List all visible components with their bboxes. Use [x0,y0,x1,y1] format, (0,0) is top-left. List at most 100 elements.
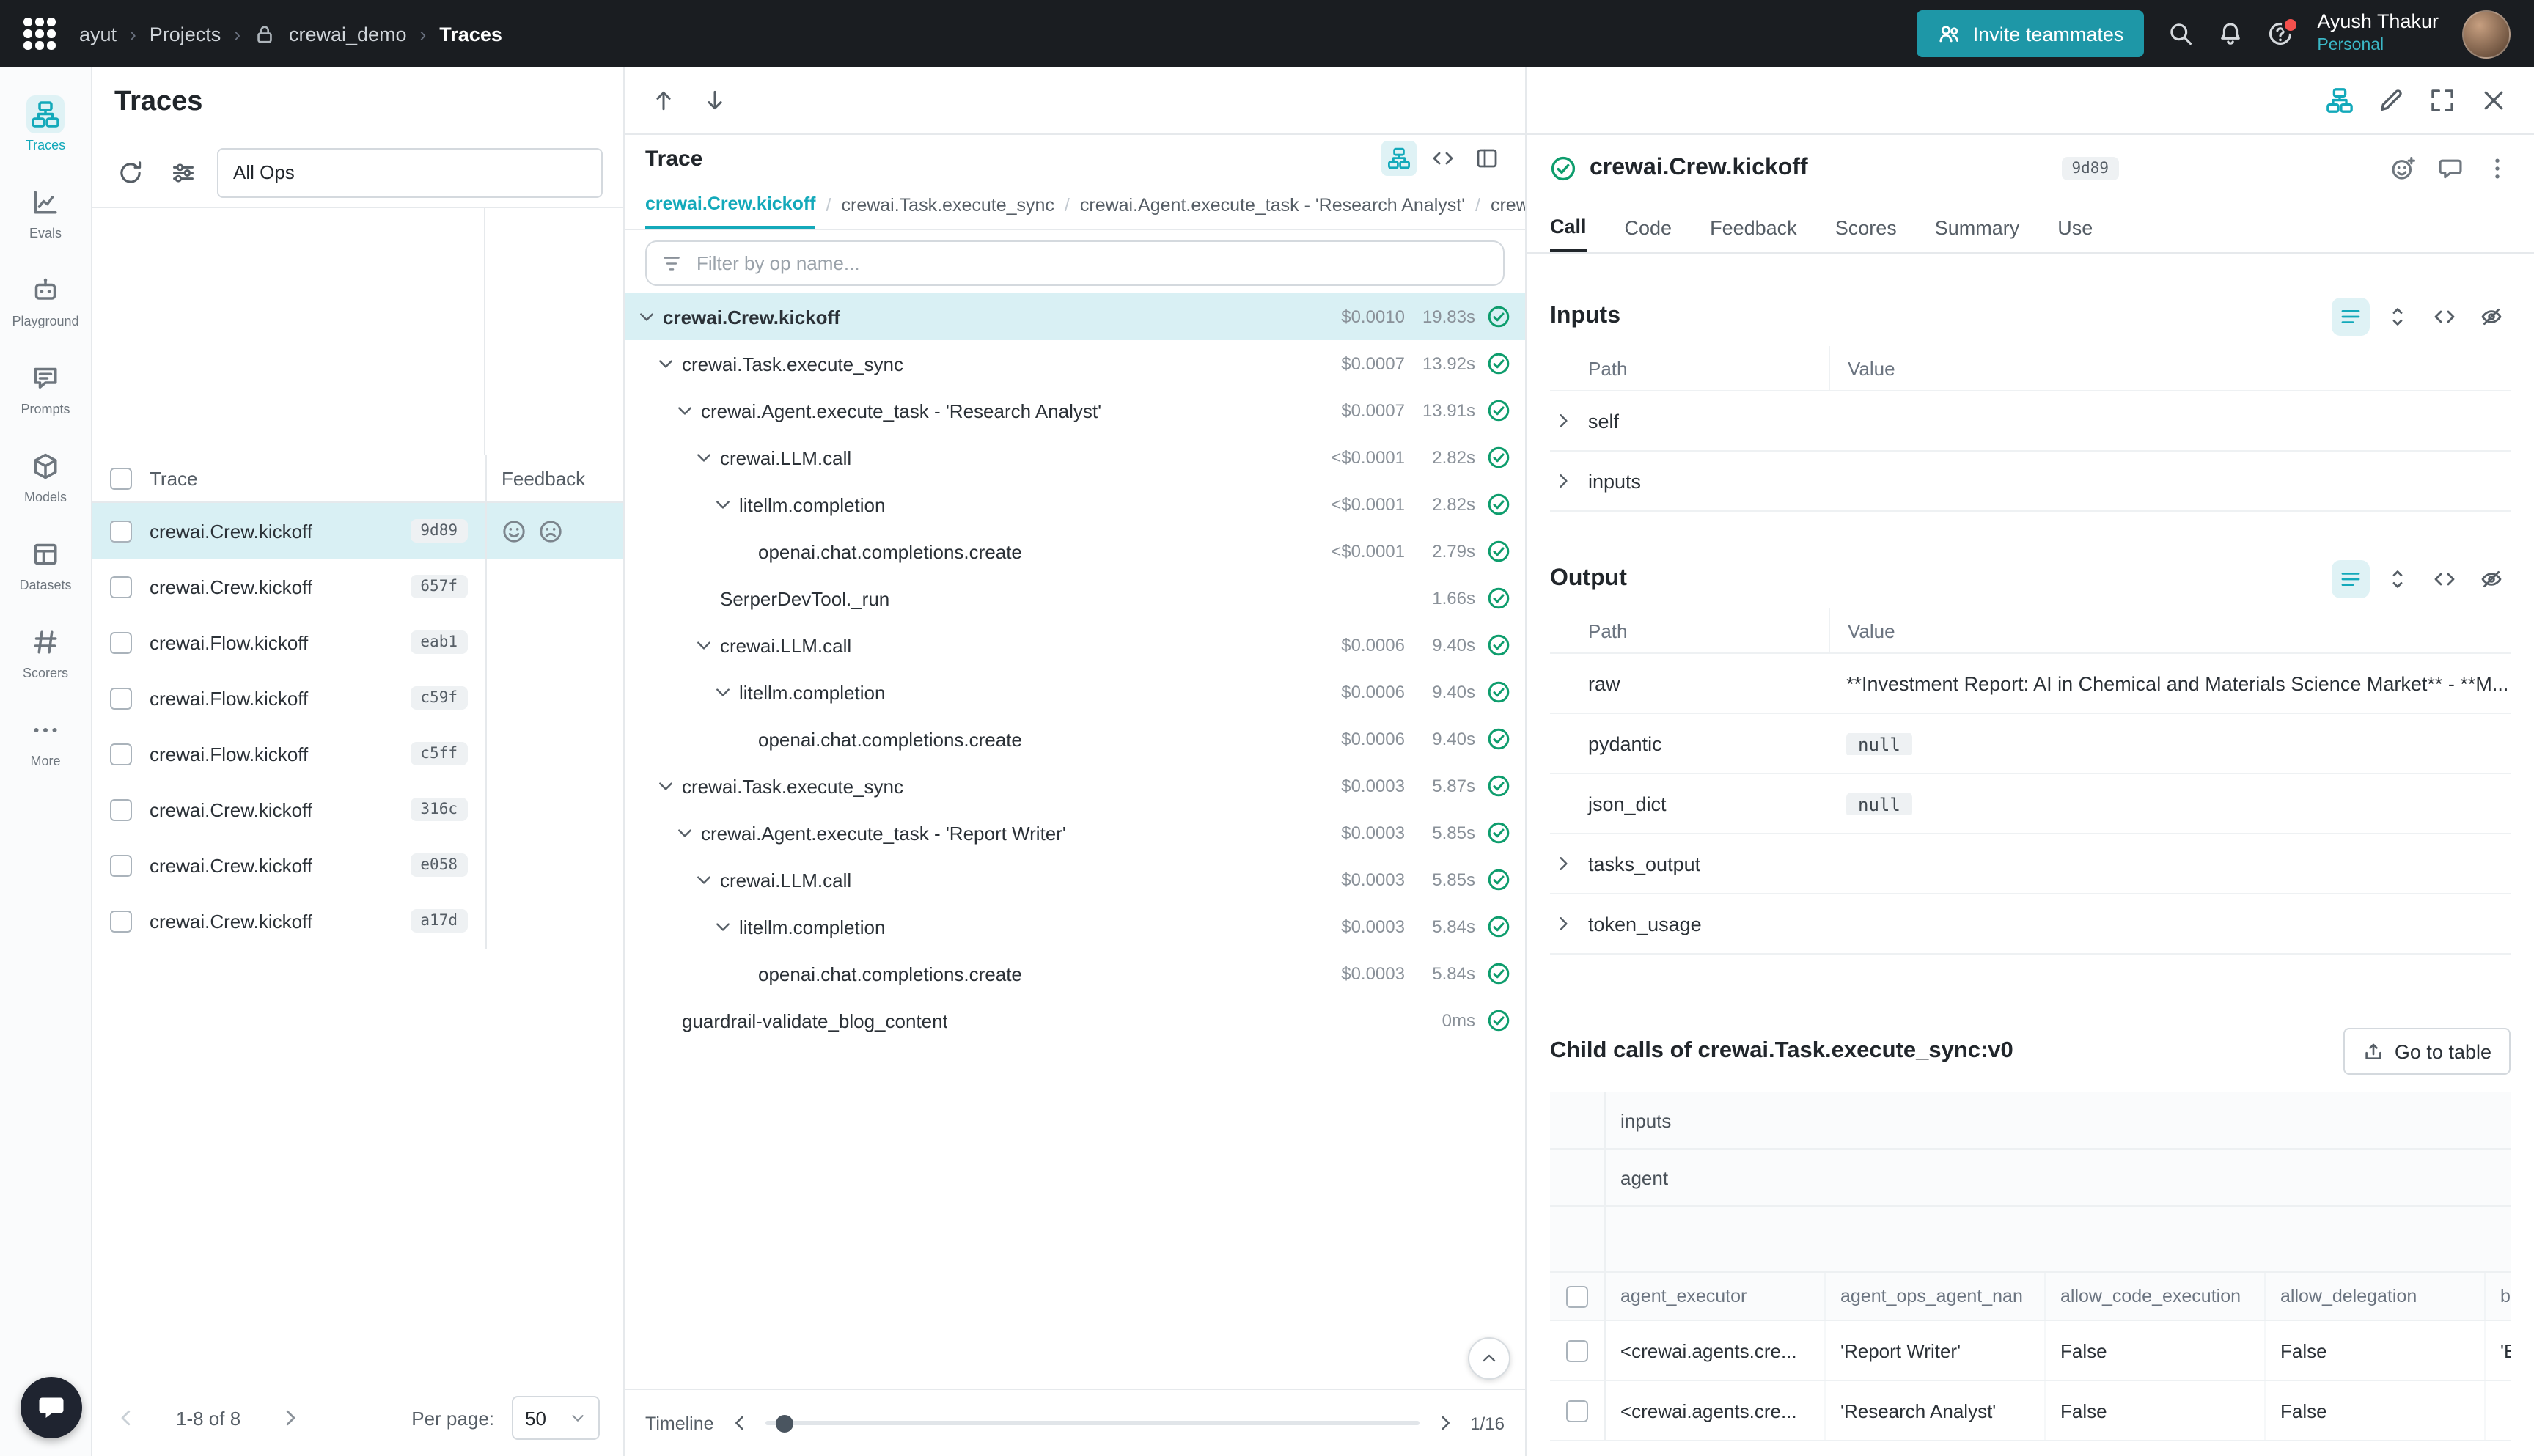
chevron-down-icon[interactable] [675,400,701,421]
object-row[interactable]: token_usage [1550,894,2511,955]
fullscreen-button[interactable] [2428,87,2456,114]
trace-tree-row[interactable]: litellm.completion<$0.00012.82s [625,481,1525,528]
breadcrumb-entity[interactable]: ayut [79,23,117,45]
chevron-right-icon[interactable] [1553,471,1573,491]
trace-path-tab[interactable]: crewai.Agent.execute_task - 'Research An… [1080,182,1465,229]
table-row[interactable]: crewai.Flow.kickoffc5ff [91,726,623,782]
inputs-code-view-button[interactable] [2425,298,2464,336]
select-all-checkbox[interactable] [1566,1285,1588,1307]
chevron-down-icon[interactable] [694,635,720,655]
trace-op-name[interactable]: crewai.Crew.kickoff [150,798,312,820]
column-header[interactable]: agent_ops_agent_nan [1826,1273,2046,1320]
help-icon[interactable] [2267,21,2294,47]
chevron-down-icon[interactable] [713,682,739,702]
sidebar-item-datasets[interactable]: Datasets [0,519,91,607]
trace-tree-row[interactable]: crewai.Task.execute_sync$0.00035.87s [625,762,1525,809]
chevron-down-icon[interactable] [713,916,739,937]
flame-view-button[interactable] [1469,141,1505,176]
tab-code[interactable]: Code [1625,202,1672,252]
row-checkbox[interactable] [109,854,131,876]
trace-tree-row[interactable]: openai.chat.completions.create<$0.00012.… [625,528,1525,575]
chevron-down-icon[interactable] [636,306,663,327]
row-checkbox[interactable] [1566,1400,1588,1422]
tab-use[interactable]: Use [2057,202,2093,252]
timeline-next-button[interactable] [1433,1412,1455,1434]
row-checkbox[interactable] [109,631,131,653]
table-row[interactable]: crewai.Flow.kickoffc59f [91,670,623,726]
output-code-view-button[interactable] [2425,560,2464,598]
object-row[interactable]: inputs [1550,452,2511,512]
trace-path-tab[interactable]: crewai.Crew.kickoff [645,182,816,229]
object-row[interactable]: self [1550,391,2511,452]
trace-tree-row[interactable]: crewai.Agent.execute_task - 'Report Writ… [625,809,1525,856]
row-checkbox[interactable] [109,798,131,820]
timeline-handle[interactable] [776,1414,793,1432]
sidebar-item-prompts[interactable]: Prompts [0,343,91,431]
notifications-icon[interactable] [2217,21,2244,47]
column-header[interactable]: b [2486,1273,2511,1320]
column-header[interactable]: agent_executor [1606,1273,1826,1320]
tab-feedback[interactable]: Feedback [1710,202,1797,252]
chevron-right-icon[interactable] [1553,853,1573,874]
chevron-down-icon[interactable] [694,447,720,468]
inputs-expand-button[interactable] [2379,298,2417,336]
table-row[interactable]: crewai.Crew.kickoff657f [91,559,623,614]
sidebar-item-models[interactable]: Models [0,431,91,519]
scroll-top-button[interactable] [1468,1337,1510,1380]
row-checkbox[interactable] [109,520,131,542]
row-checkbox[interactable] [109,910,131,932]
wandb-logo-icon[interactable] [23,18,56,50]
edit-button[interactable] [2377,87,2405,114]
next-page-button[interactable] [279,1406,302,1430]
tab-summary[interactable]: Summary [1935,202,2020,252]
go-to-table-button[interactable]: Go to table [2343,1028,2511,1075]
trace-path-tab[interactable]: crewai.LLM.call [1491,182,1525,229]
more-options-button[interactable] [2484,155,2511,182]
table-row[interactable]: <crewai.agents.cre...'Report Writer'Fals… [1550,1321,2511,1381]
tab-scores[interactable]: Scores [1835,202,1897,252]
trace-op-name[interactable]: crewai.Flow.kickoff [150,743,308,765]
inputs-hide-button[interactable] [2472,298,2511,336]
call-id-badge[interactable]: 9d89 [2062,157,2120,180]
select-all-checkbox[interactable] [109,467,131,489]
avatar[interactable] [2462,10,2511,58]
trace-op-name[interactable]: crewai.Crew.kickoff [150,576,312,598]
output-hide-button[interactable] [2472,560,2511,598]
op-name-filter[interactable] [645,240,1505,286]
chevron-down-icon[interactable] [713,494,739,515]
add-reaction-button[interactable] [2390,155,2417,182]
row-checkbox[interactable] [109,687,131,709]
trace-tree-row[interactable]: crewai.LLM.call$0.00035.85s [625,856,1525,903]
trace-tree-row[interactable]: litellm.completion$0.00035.84s [625,903,1525,950]
feedback-negative-icon[interactable] [538,518,563,543]
sidebar-item-playground[interactable]: Playground [0,255,91,343]
breadcrumb-project[interactable]: crewai_demo [289,23,407,45]
row-checkbox[interactable] [1566,1339,1588,1361]
sidebar-item-scorers[interactable]: Scorers [0,607,91,695]
trace-tree-row[interactable]: guardrail-validate_blog_content0ms [625,997,1525,1044]
trace-tree-row[interactable]: crewai.Task.execute_sync$0.000713.92s [625,340,1525,387]
chat-bubble-button[interactable] [21,1377,82,1438]
code-view-button[interactable] [1425,141,1461,176]
trace-tree-row[interactable]: crewai.Agent.execute_task - 'Research An… [625,387,1525,434]
close-panel-button[interactable] [2480,87,2508,114]
trace-tree-row[interactable]: crewai.LLM.call$0.00069.40s [625,622,1525,669]
trace-tree-row[interactable]: openai.chat.completions.create$0.00035.8… [625,950,1525,997]
invite-teammates-button[interactable]: Invite teammates [1917,10,2145,57]
trace-tree-row[interactable]: SerperDevTool._run1.66s [625,575,1525,622]
sidebar-item-evals[interactable]: Evals [0,167,91,255]
timeline-track[interactable] [765,1421,1420,1425]
user-menu[interactable]: Ayush Thakur Personal [2317,11,2439,57]
table-row[interactable]: crewai.Crew.kickoff316c [91,782,623,837]
breadcrumb-projects[interactable]: Projects [150,23,221,45]
trace-tree-row[interactable]: litellm.completion$0.00069.40s [625,669,1525,716]
trace-tree-row[interactable]: crewai.LLM.call<$0.00012.82s [625,434,1525,481]
ops-filter-select[interactable]: All Ops [217,147,603,197]
next-trace-button[interactable] [702,88,727,113]
inputs-list-view-button[interactable] [2332,298,2370,336]
table-row[interactable]: crewai.Flow.kickoffeab1 [91,614,623,670]
table-row[interactable]: crewai.Crew.kickoffa17d [91,893,623,949]
chevron-right-icon[interactable] [1553,913,1573,934]
prev-page-button[interactable] [114,1406,138,1430]
filter-settings-button[interactable] [164,153,202,191]
